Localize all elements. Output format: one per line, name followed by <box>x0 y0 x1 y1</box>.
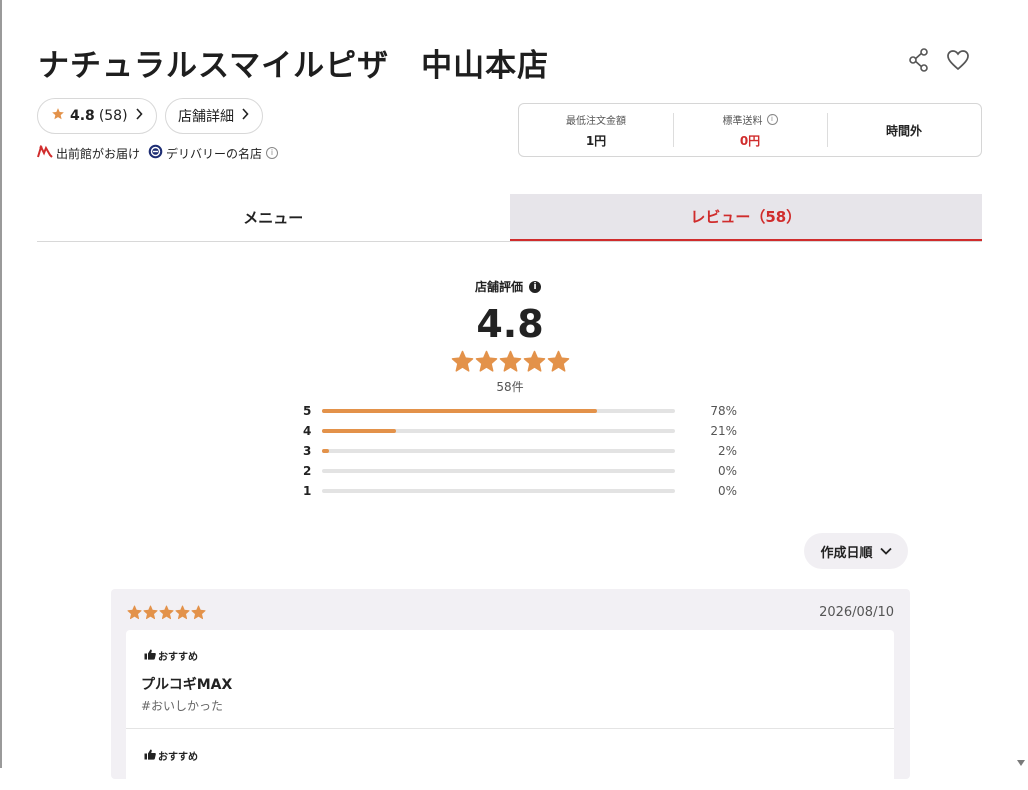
recommend-label: おすすめ <box>158 752 198 763</box>
favorite-heart-icon[interactable] <box>946 47 970 73</box>
distribution-bar-fill <box>322 409 598 413</box>
review-hashtag: #おいしかった <box>141 699 224 713</box>
store-tabs: メニュー レビュー（58） <box>37 194 982 242</box>
star-icon <box>175 605 190 624</box>
star-icon <box>451 350 474 377</box>
rating-distribution-row: 1 0% <box>303 484 737 498</box>
review-card: 2026/08/10 おすすめ プルコギMAX #おいしかった おすすめ <box>111 589 910 790</box>
distribution-bar-fill <box>322 449 330 453</box>
star-level-label: 4 <box>303 424 312 438</box>
chevron-right-icon <box>241 108 249 124</box>
sort-label: 作成日順 <box>820 545 873 561</box>
chevron-right-icon <box>135 108 143 124</box>
demaecan-delivery-badge: 出前館がお届け <box>37 143 141 162</box>
distribution-percent: 78% <box>710 404 737 418</box>
min-order-value: 1円 <box>585 133 607 148</box>
distribution-percent: 21% <box>710 424 737 438</box>
hours-cell: 時間外 <box>827 104 981 156</box>
info-icon[interactable]: i <box>766 113 778 125</box>
star-level-label: 2 <box>303 464 312 478</box>
tab-reviews[interactable]: レビュー（58） <box>509 194 982 241</box>
delivery-fee-cell: 標準送料 i 0円 <box>673 104 827 156</box>
min-order-cell: 最低注文金額 1円 <box>519 104 673 156</box>
overall-score: 4.8 <box>476 302 544 346</box>
info-icon[interactable]: i <box>266 147 279 159</box>
star-icon <box>159 605 174 624</box>
star-icon <box>547 350 570 377</box>
review-date: 2026/08/10 <box>819 605 894 620</box>
badge-label: デリバリーの名店 <box>166 146 263 161</box>
scroll-down-arrow-icon[interactable] <box>1017 760 1025 766</box>
famous-delivery-badge: デリバリーの名店 i <box>148 144 279 162</box>
distribution-bar-track <box>322 429 675 433</box>
store-title: ナチュラルスマイルピザ 中山本店 <box>38 48 550 84</box>
hours-status: 時間外 <box>885 123 922 138</box>
divider <box>126 728 894 729</box>
rating-distribution-row: 3 2% <box>303 444 737 458</box>
review-count: 58件 <box>496 380 524 394</box>
store-rating-heading: 店舗評価 <box>474 280 523 294</box>
delivery-fee-label: 標準送料 <box>722 115 763 127</box>
star-icon <box>499 350 522 377</box>
distribution-bar-track <box>322 449 675 453</box>
star-level-label: 5 <box>303 404 312 418</box>
store-details-label: 店舗詳細 <box>178 109 234 125</box>
review-body: おすすめ プルコギMAX #おいしかった おすすめ <box>126 630 894 790</box>
rating-distribution-row: 4 21% <box>303 424 737 438</box>
famous-store-logo-icon <box>148 144 166 162</box>
recommend-label: おすすめ <box>158 652 198 663</box>
star-icon <box>127 605 142 624</box>
reviewed-item-name: プルコギMAX <box>141 677 233 693</box>
review-stars <box>127 605 206 624</box>
delivery-fee-value: 0円 <box>739 133 761 148</box>
chevron-down-icon <box>873 544 892 559</box>
star-icon <box>523 350 546 377</box>
rating-pill-button[interactable]: 4.8 (58) <box>37 98 157 134</box>
star-level-label: 1 <box>303 484 312 498</box>
star-icon <box>143 605 158 624</box>
recommend-tag: おすすめ <box>144 748 198 763</box>
thumbs-up-icon <box>144 649 158 663</box>
overall-stars <box>451 350 570 377</box>
rating-distribution-row: 2 0% <box>303 464 737 478</box>
distribution-percent: 2% <box>717 444 737 458</box>
tab-menu[interactable]: メニュー <box>37 194 510 241</box>
store-info-box: 最低注文金額 1円 標準送料 i 0円 時間外 <box>518 103 982 157</box>
recommend-tag: おすすめ <box>144 648 198 663</box>
rating-value: 4.8 <box>70 108 95 124</box>
rating-count: (58) <box>98 108 128 124</box>
rating-distribution-row: 5 78% <box>303 404 737 418</box>
sort-dropdown[interactable]: 作成日順 <box>804 533 908 569</box>
star-icon <box>51 107 65 125</box>
distribution-percent: 0% <box>717 484 737 498</box>
badge-label: 出前館がお届け <box>56 146 141 161</box>
star-icon <box>191 605 206 624</box>
distribution-percent: 0% <box>717 464 737 478</box>
star-icon <box>475 350 498 377</box>
info-icon[interactable]: i <box>529 280 541 293</box>
distribution-bar-track <box>322 409 675 413</box>
store-details-button[interactable]: 店舗詳細 <box>165 98 263 134</box>
demaecan-logo-icon <box>37 143 56 162</box>
min-order-label: 最低注文金額 <box>566 115 626 127</box>
star-level-label: 3 <box>303 444 312 458</box>
distribution-bar-track <box>322 469 675 473</box>
share-icon[interactable] <box>908 47 930 73</box>
thumbs-up-icon <box>144 749 158 763</box>
distribution-bar-fill <box>322 429 397 433</box>
distribution-bar-track <box>322 489 675 493</box>
